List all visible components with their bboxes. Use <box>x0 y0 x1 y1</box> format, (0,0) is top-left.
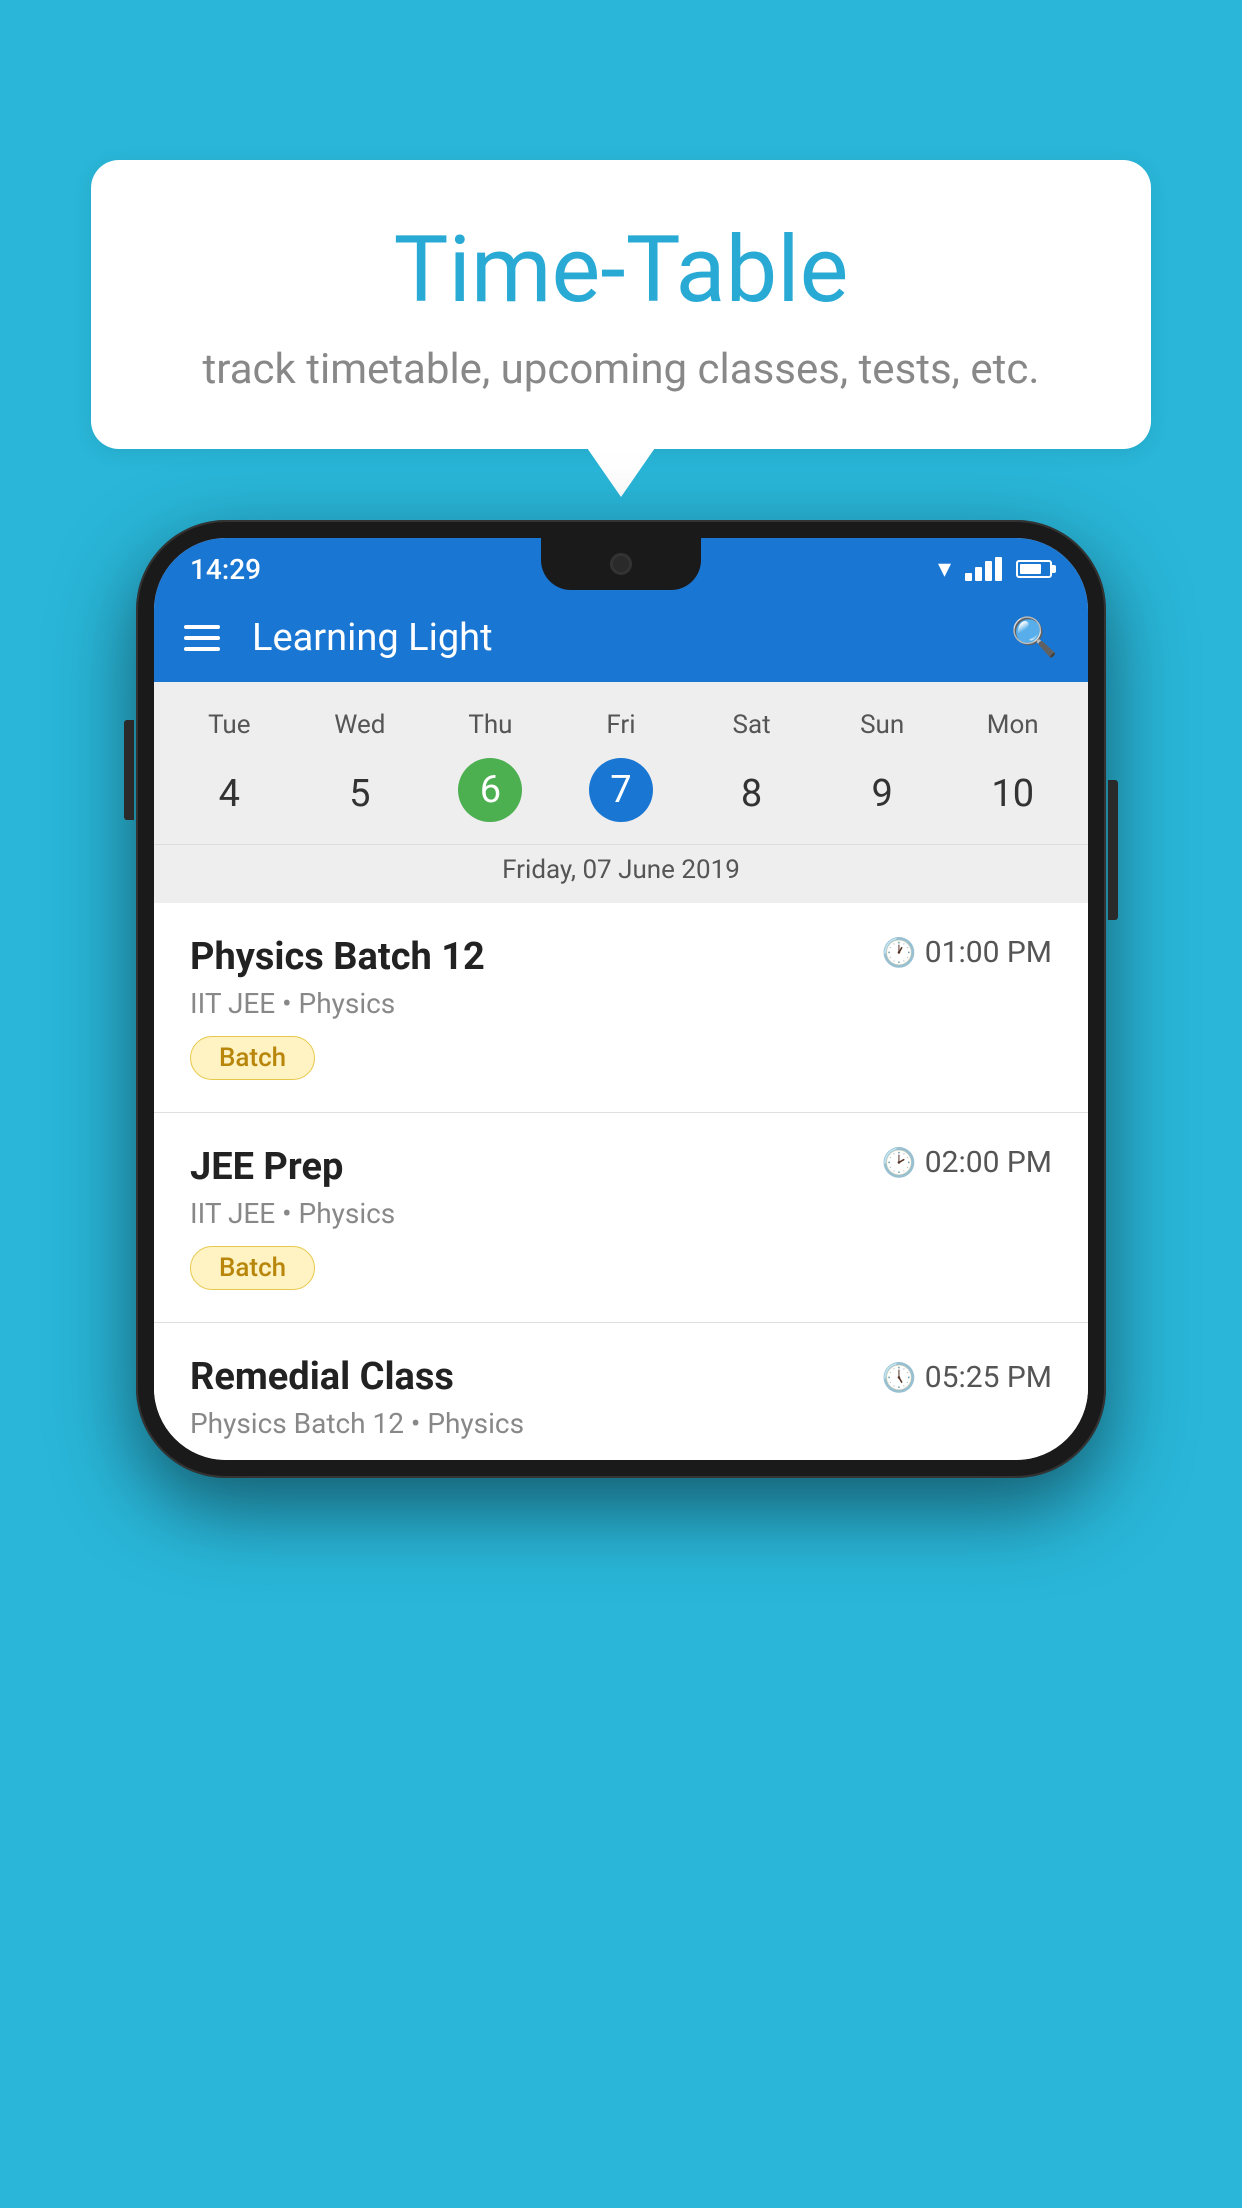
phone-screen: 14:29 ▾ <box>154 538 1088 1460</box>
camera <box>610 553 632 575</box>
battery-icon <box>1016 560 1052 578</box>
app-title: Learning Light <box>252 616 983 660</box>
item-time-2: 🕑 02:00 PM <box>882 1145 1052 1180</box>
bubble-subtitle: track timetable, upcoming classes, tests… <box>171 345 1071 394</box>
schedule-item-physics-batch[interactable]: Physics Batch 12 🕐 01:00 PM IIT JEE • Ph… <box>154 903 1088 1113</box>
item-header-2: JEE Prep 🕑 02:00 PM <box>190 1145 1052 1189</box>
item-name-2: JEE Prep <box>190 1145 343 1189</box>
schedule-item-jee-prep[interactable]: JEE Prep 🕑 02:00 PM IIT JEE • Physics Ba… <box>154 1113 1088 1323</box>
power-button <box>1108 780 1118 920</box>
item-sub-1: IIT JEE • Physics <box>190 987 1052 1020</box>
days-row: Tue Wed Thu Fri Sat Sun Mon <box>154 702 1088 748</box>
clock-icon-2: 🕑 <box>882 1146 917 1179</box>
date-8[interactable]: 8 <box>686 758 817 830</box>
item-header-3: Remedial Class 🕔 05:25 PM <box>190 1355 1052 1399</box>
volume-button <box>124 720 134 820</box>
status-time: 14:29 <box>190 553 261 586</box>
clock-icon-3: 🕔 <box>882 1361 917 1394</box>
date-9[interactable]: 9 <box>817 758 948 830</box>
date-5[interactable]: 5 <box>295 758 426 830</box>
dates-row: 4 5 6 7 8 9 10 <box>154 758 1088 830</box>
phone-mockup: 14:29 ▾ <box>136 520 1106 1478</box>
phone-outer: 14:29 ▾ <box>136 520 1106 1478</box>
phone-notch <box>541 538 701 590</box>
day-mon: Mon <box>947 702 1078 748</box>
item-sub-3: Physics Batch 12 • Physics <box>190 1407 1052 1440</box>
day-sat: Sat <box>686 702 817 748</box>
schedule-item-remedial[interactable]: Remedial Class 🕔 05:25 PM Physics Batch … <box>154 1323 1088 1460</box>
date-4[interactable]: 4 <box>164 758 295 830</box>
item-header-1: Physics Batch 12 🕐 01:00 PM <box>190 935 1052 979</box>
item-sub-2: IIT JEE • Physics <box>190 1197 1052 1230</box>
search-icon[interactable]: 🔍 <box>1011 616 1058 660</box>
item-time-3: 🕔 05:25 PM <box>882 1360 1052 1395</box>
bubble-title: Time-Table <box>171 220 1071 321</box>
app-bar: Learning Light 🔍 <box>154 594 1088 682</box>
selected-date-label: Friday, 07 June 2019 <box>154 844 1088 903</box>
day-thu: Thu <box>425 702 556 748</box>
day-sun: Sun <box>817 702 948 748</box>
date-10[interactable]: 10 <box>947 758 1078 830</box>
menu-icon[interactable] <box>184 625 224 651</box>
speech-bubble: Time-Table track timetable, upcoming cla… <box>91 160 1151 449</box>
clock-icon-1: 🕐 <box>882 936 917 969</box>
item-name-1: Physics Batch 12 <box>190 935 485 979</box>
day-fri: Fri <box>556 702 687 748</box>
date-6-today[interactable]: 6 <box>458 758 522 822</box>
wifi-icon: ▾ <box>938 554 951 584</box>
signal-icon <box>965 557 1002 581</box>
day-tue: Tue <box>164 702 295 748</box>
status-icons: ▾ <box>938 554 1052 584</box>
calendar-strip: Tue Wed Thu Fri Sat Sun Mon 4 5 6 7 8 9 … <box>154 682 1088 903</box>
day-wed: Wed <box>295 702 426 748</box>
top-section: Time-Table track timetable, upcoming cla… <box>0 0 1242 449</box>
schedule-list: Physics Batch 12 🕐 01:00 PM IIT JEE • Ph… <box>154 903 1088 1460</box>
batch-badge-2: Batch <box>190 1246 315 1290</box>
item-time-1: 🕐 01:00 PM <box>882 935 1052 970</box>
date-7-selected[interactable]: 7 <box>589 758 653 822</box>
batch-badge-1: Batch <box>190 1036 315 1080</box>
item-name-3: Remedial Class <box>190 1355 454 1399</box>
